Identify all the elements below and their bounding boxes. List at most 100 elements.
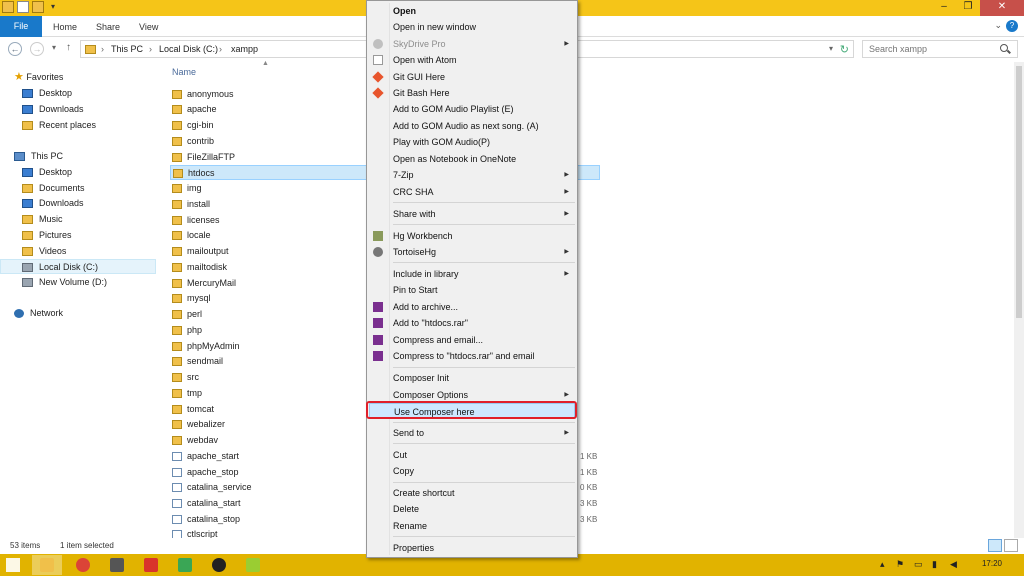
chevron-right-icon[interactable]: ›: [219, 44, 222, 54]
search-icon[interactable]: [1000, 44, 1008, 52]
nav-item-videos[interactable]: Videos: [22, 244, 66, 259]
menu-item-copy[interactable]: Copy: [369, 463, 575, 479]
menu-item-include-library[interactable]: Include in library ▶: [369, 266, 575, 282]
menu-item-add-to-rar[interactable]: Add to "htdocs.rar": [369, 315, 575, 331]
menu-item-add-to-archive[interactable]: Add to archive...: [369, 299, 575, 315]
sort-ascending-icon: ▲: [262, 60, 269, 67]
help-icon[interactable]: ?: [1006, 20, 1018, 32]
back-button[interactable]: ←: [8, 42, 22, 56]
menu-item-onenote[interactable]: Open as Notebook in OneNote: [369, 151, 575, 167]
nav-item-local-disk[interactable]: Local Disk (C:): [0, 259, 156, 274]
menu-item-cut[interactable]: Cut: [369, 447, 575, 463]
menu-item-delete[interactable]: Delete: [369, 501, 575, 517]
breadcrumb-local-disk[interactable]: Local Disk (C:): [159, 44, 218, 54]
menu-item-play-gom[interactable]: Play with GOM Audio(P): [369, 134, 575, 150]
minimize-button[interactable]: –: [932, 0, 956, 16]
tab-home[interactable]: Home: [53, 19, 77, 35]
show-hidden-icons-icon[interactable]: ▴: [880, 559, 885, 570]
tab-view[interactable]: View: [139, 19, 158, 35]
menu-item-open-new-window[interactable]: Open in new window: [369, 19, 575, 35]
breadcrumb-this-pc[interactable]: This PC: [111, 44, 143, 54]
menu-label: CRC SHA: [393, 187, 434, 197]
clock[interactable]: 17:20: [982, 559, 1002, 568]
column-header-name[interactable]: Name: [172, 67, 196, 77]
menu-label: Delete: [393, 504, 420, 514]
menu-item-send-to[interactable]: Send to ▶: [369, 425, 575, 441]
menu-item-git-bash[interactable]: Git Bash Here: [369, 85, 575, 101]
vertical-scrollbar[interactable]: [1014, 62, 1024, 538]
volume-icon[interactable]: ◀: [950, 559, 957, 570]
chevron-right-icon[interactable]: ›: [101, 44, 104, 54]
nav-item-recent-places[interactable]: Recent places: [22, 118, 96, 133]
nav-item-pictures[interactable]: Pictures: [22, 228, 72, 243]
nav-item-new-volume[interactable]: New Volume (D:): [22, 275, 107, 290]
close-button[interactable]: ✕: [980, 0, 1024, 16]
nav-favorites[interactable]: ★ Favorites: [14, 70, 63, 85]
start-icon[interactable]: [6, 558, 20, 572]
folder-icon: [172, 326, 182, 336]
address-dropdown-icon[interactable]: ▾: [829, 44, 833, 53]
taskbar-app-5[interactable]: [170, 555, 200, 575]
taskbar-explorer[interactable]: [32, 555, 62, 575]
nav-item-downloads[interactable]: Downloads: [22, 102, 84, 117]
nav-network[interactable]: Network: [14, 306, 63, 321]
chevron-right-icon[interactable]: ›: [149, 44, 152, 54]
item-name: mysql: [187, 293, 211, 303]
taskbar-app-3[interactable]: [102, 555, 132, 575]
recent-locations-dropdown-icon[interactable]: ▾: [52, 43, 56, 52]
large-icons-view-button[interactable]: [1004, 539, 1018, 552]
breadcrumb-xampp[interactable]: xampp: [231, 44, 258, 54]
details-view-button[interactable]: [988, 539, 1002, 552]
taskbar-chrome[interactable]: [68, 555, 98, 575]
menu-item-tortoisehg[interactable]: TortoiseHg ▶: [369, 244, 575, 260]
nav-item-desktop[interactable]: Desktop: [22, 86, 72, 101]
properties-icon[interactable]: [17, 1, 29, 13]
scrollbar-thumb[interactable]: [1016, 66, 1022, 318]
menu-item-crc-sha[interactable]: CRC SHA ▶: [369, 184, 575, 200]
taskbar-app-6[interactable]: [204, 555, 234, 575]
menu-label: Add to "htdocs.rar": [393, 318, 468, 328]
nav-item-music[interactable]: Music: [22, 212, 63, 227]
nav-item-downloads-pc[interactable]: Downloads: [22, 196, 84, 211]
menu-item-compress-email[interactable]: Compress and email...: [369, 332, 575, 348]
git-icon: [372, 87, 384, 99]
menu-item-create-shortcut[interactable]: Create shortcut: [369, 485, 575, 501]
menu-item-gom-playlist[interactable]: Add to GOM Audio Playlist (E): [369, 101, 575, 117]
tab-file[interactable]: File: [0, 16, 42, 37]
nav-item-documents[interactable]: Documents: [22, 181, 85, 196]
folder-icon[interactable]: [2, 1, 14, 13]
menu-item-skydrive-pro[interactable]: SkyDrive Pro ▶: [369, 36, 575, 52]
expand-ribbon-icon[interactable]: ⌄: [994, 20, 1002, 31]
refresh-icon[interactable]: ↻: [840, 43, 849, 56]
maximize-button[interactable]: ❐: [956, 0, 980, 16]
flag-icon[interactable]: ⚑: [896, 559, 904, 570]
menu-item-7zip[interactable]: 7-Zip ▶: [369, 167, 575, 183]
customize-dropdown-icon[interactable]: ▾: [47, 1, 59, 13]
up-button[interactable]: ↑: [66, 42, 71, 53]
new-folder-icon[interactable]: [32, 1, 44, 13]
menu-item-composer-init[interactable]: Composer Init: [369, 370, 575, 386]
menu-item-rename[interactable]: Rename: [369, 518, 575, 534]
network-tray-icon[interactable]: ▮: [932, 559, 937, 570]
chrome-icon: [76, 558, 90, 572]
tab-share[interactable]: Share: [96, 19, 120, 35]
power-icon[interactable]: ▭: [914, 559, 923, 570]
nav-this-pc[interactable]: This PC: [14, 149, 63, 164]
menu-item-open-with-atom[interactable]: Open with Atom: [369, 52, 575, 68]
menu-label: Git Bash Here: [393, 88, 450, 98]
menu-item-git-gui[interactable]: Git GUI Here: [369, 69, 575, 85]
taskbar-app-4[interactable]: [136, 555, 166, 575]
item-name: webalizer: [187, 419, 226, 429]
search-input[interactable]: [862, 40, 1018, 58]
menu-item-hg-workbench[interactable]: Hg Workbench: [369, 228, 575, 244]
forward-button[interactable]: →: [30, 42, 44, 56]
menu-item-compress-rar-email[interactable]: Compress to "htdocs.rar" and email: [369, 348, 575, 364]
menu-item-gom-next-song[interactable]: Add to GOM Audio as next song. (A): [369, 118, 575, 134]
nav-item-desktop-pc[interactable]: Desktop: [22, 165, 72, 180]
menu-item-properties[interactable]: Properties: [369, 540, 575, 556]
menu-item-pin-to-start[interactable]: Pin to Start: [369, 282, 575, 298]
item-name: tomcat: [187, 404, 215, 414]
taskbar-app-7[interactable]: [238, 555, 268, 575]
menu-item-open[interactable]: Open: [369, 3, 575, 19]
menu-item-share-with[interactable]: Share with ▶: [369, 206, 575, 222]
